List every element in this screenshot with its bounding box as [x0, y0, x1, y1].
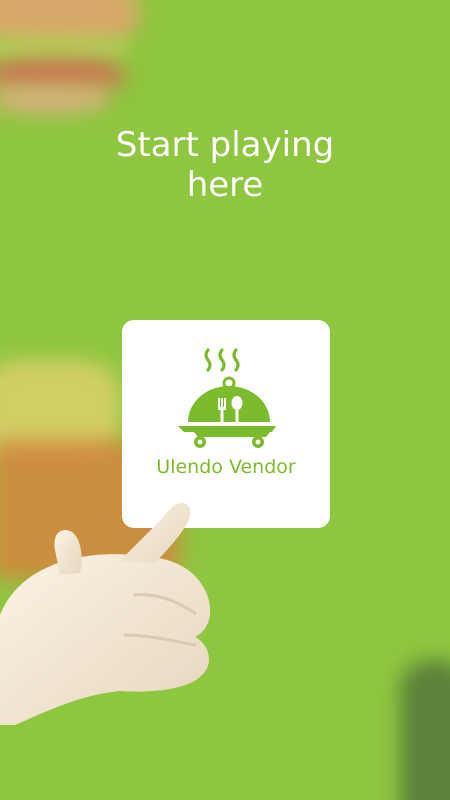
app-name-label: Ulendo Vendor [156, 456, 296, 478]
headline: Start playing here [0, 125, 450, 205]
bottle-image [400, 660, 450, 800]
pointing-hand-icon [0, 502, 211, 725]
headline-line-2: here [186, 165, 264, 205]
headline-line-1: Start playing [115, 125, 335, 165]
food-cloche-icon [178, 348, 276, 448]
burger-bun-image [0, 86, 110, 114]
promo-screen: Start playing here Ulendo Vendor [0, 0, 450, 800]
